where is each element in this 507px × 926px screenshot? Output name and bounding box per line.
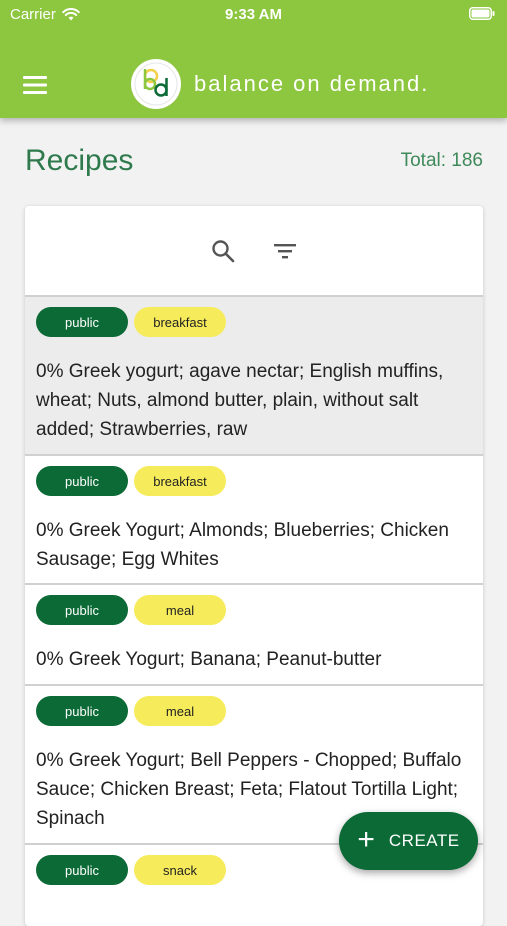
recipe-ingredients: 0% Greek Yogurt; Banana; Peanut-butter <box>36 649 382 670</box>
app-header: Carrier 9:33 AM balance on demand. <box>0 0 507 118</box>
category-tag: snack <box>134 855 226 885</box>
recipe-item[interactable]: public meal 0% Greek Yogurt; Banana; Pea… <box>25 585 483 686</box>
bod-logo <box>131 59 181 109</box>
recipe-ingredients: 0% Greek yogurt; agave nectar; English m… <box>36 361 444 440</box>
recipe-ingredients: 0% Greek Yogurt; Almonds; Blueberries; C… <box>36 520 449 570</box>
filter-button[interactable] <box>271 237 299 265</box>
category-tag: meal <box>134 696 226 726</box>
category-tag: breakfast <box>134 466 226 496</box>
plus-icon: + <box>357 822 375 856</box>
create-button[interactable]: + CREATE <box>339 812 478 870</box>
visibility-tag: public <box>36 307 128 337</box>
filter-icon <box>274 243 296 258</box>
create-label: CREATE <box>388 831 460 850</box>
menu-button[interactable] <box>20 70 50 100</box>
status-time: 9:33 AM <box>225 6 282 23</box>
visibility-tag: public <box>36 855 128 885</box>
visibility-tag: public <box>36 696 128 726</box>
visibility-tag: public <box>36 595 128 625</box>
search-button[interactable] <box>209 237 237 265</box>
search-icon <box>212 239 235 262</box>
recipe-tags: public breakfast <box>36 466 473 496</box>
battery-icon <box>469 7 495 20</box>
brand: balance on demand. <box>130 58 429 110</box>
recipe-tags: public meal <box>36 696 473 726</box>
brand-name: balance on demand. <box>194 71 430 96</box>
category-tag: breakfast <box>134 307 226 337</box>
category-tag: meal <box>134 595 226 625</box>
title-row: Recipes Total: 186 <box>25 140 483 190</box>
list-toolbar <box>25 206 483 297</box>
page-title: Recipes <box>25 144 134 177</box>
total-count: Total: 186 <box>400 150 483 171</box>
visibility-tag: public <box>36 466 128 496</box>
recipe-tags: public meal <box>36 595 473 625</box>
recipe-item[interactable]: public breakfast 0% Greek yogurt; agave … <box>25 297 483 456</box>
recipe-tags: public breakfast <box>36 307 473 337</box>
status-bar: Carrier 9:33 AM <box>0 0 507 30</box>
hamburger-icon <box>23 76 47 94</box>
recipe-item[interactable]: public breakfast 0% Greek Yogurt; Almond… <box>25 456 483 585</box>
